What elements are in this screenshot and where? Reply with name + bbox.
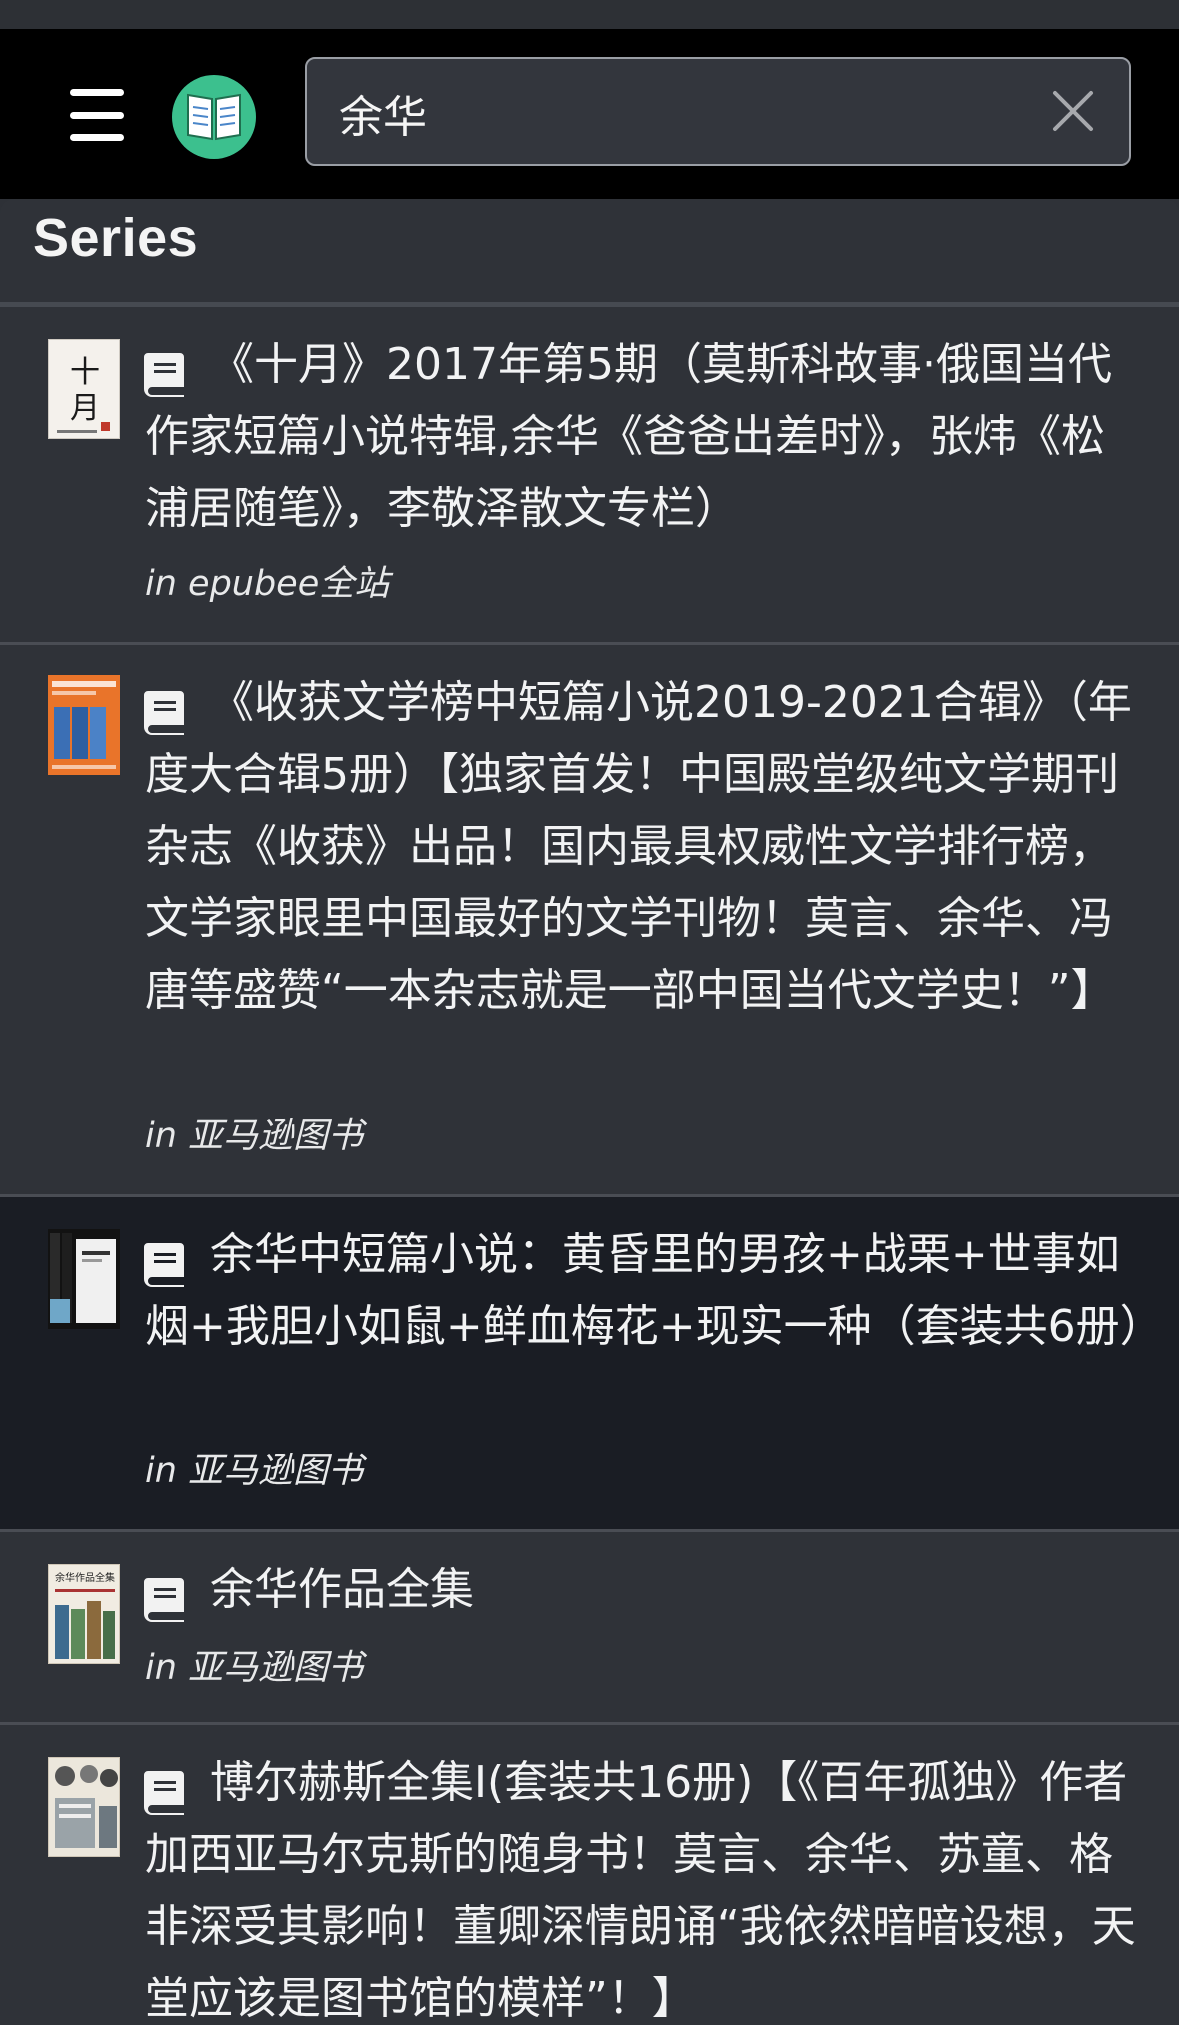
result-title: 余华作品全集 <box>210 1564 474 1615</box>
close-icon[interactable] <box>1051 89 1095 133</box>
svg-text:月: 月 <box>70 391 100 426</box>
status-bar <box>0 0 1179 29</box>
book-cover: 余华作品全集 <box>48 1564 120 1664</box>
result-list: 十 月 《十月》2017年第5期（莫斯科故事·俄国当代作家短篇小说特辑,余华《爸… <box>0 307 1179 2025</box>
book-cover <box>48 675 120 775</box>
result-title: 《收获文学榜中短篇小说2019-2021合辑》（年度大合辑5册）【独家首发！中国… <box>145 677 1132 1016</box>
svg-text:余华作品全集: 余华作品全集 <box>55 1571 115 1584</box>
book-cover: 十 月 <box>48 339 120 439</box>
book-cover <box>48 1229 120 1329</box>
top-navigation-bar <box>0 29 1179 199</box>
result-source: in 亚马逊图书 <box>145 1648 364 1688</box>
app-logo[interactable] <box>172 75 256 159</box>
result-title: 《十月》2017年第5期（莫斯科故事·俄国当代作家短篇小说特辑,余华《爸爸出差时… <box>145 339 1112 534</box>
result-source: in 亚马逊图书 <box>145 1116 364 1156</box>
list-item[interactable]: 余华作品全集 余华作品全集 in 亚马逊图书 <box>0 1532 1179 1725</box>
svg-text:十: 十 <box>70 355 100 390</box>
list-item-selected[interactable]: 余华中短篇小说：黄昏里的男孩+战栗+世事如烟+我胆小如鼠+鲜血梅花+现实一种（套… <box>0 1197 1179 1532</box>
section-header: Series <box>0 199 1179 307</box>
search-box <box>305 57 1131 166</box>
section-title: Series <box>33 208 199 268</box>
result-title: 余华中短篇小说：黄昏里的男孩+战栗+世事如烟+我胆小如鼠+鲜血梅花+现实一种（套… <box>145 1229 1164 1352</box>
book-cover <box>48 1757 120 1857</box>
result-source: in 亚马逊图书 <box>145 1451 364 1491</box>
search-results-panel: Series 十 月 《十月》2017年第5期（莫斯科故事·俄国当代作家短篇小说… <box>0 199 1179 2025</box>
search-input[interactable] <box>337 59 1021 166</box>
list-item[interactable]: 《收获文学榜中短篇小说2019-2021合辑》（年度大合辑5册）【独家首发！中国… <box>0 645 1179 1197</box>
result-title: 博尔赫斯全集I(套装共16册)【《百年孤独》作者加西亚马尔克斯的随身书！莫言、余… <box>145 1757 1136 2024</box>
list-item[interactable]: 博尔赫斯全集I(套装共16册)【《百年孤独》作者加西亚马尔克斯的随身书！莫言、余… <box>0 1725 1179 2025</box>
hamburger-menu-icon[interactable] <box>70 89 128 141</box>
list-item[interactable]: 十 月 《十月》2017年第5期（莫斯科故事·俄国当代作家短篇小说特辑,余华《爸… <box>0 307 1179 645</box>
result-source: in epubee全站 <box>145 564 390 604</box>
open-book-logo-icon <box>187 93 241 141</box>
